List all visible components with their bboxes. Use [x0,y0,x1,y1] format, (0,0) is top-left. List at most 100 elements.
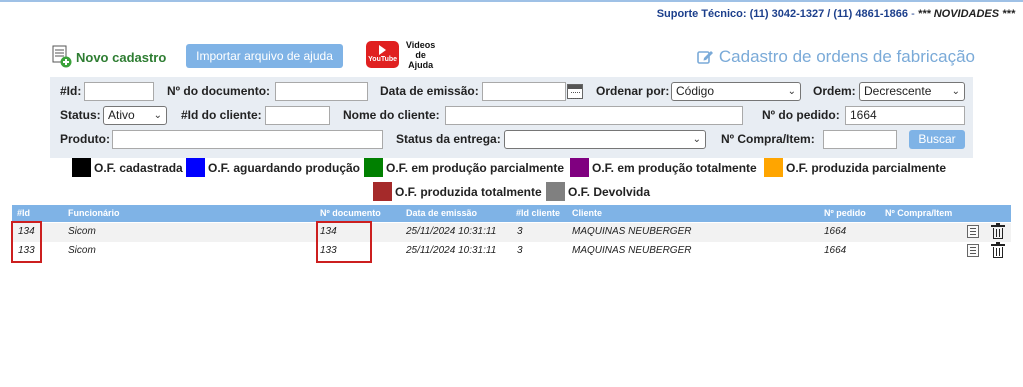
details-list-icon[interactable] [967,225,979,238]
legend-label: O.F. em produção totalmente [592,160,757,175]
import-help-button[interactable]: Importar arquivo de ajuda [186,44,343,68]
order-label: Ordem: [813,84,856,98]
cell-client-id: 3 [517,226,523,237]
table-row[interactable]: 133 Sicom 133 25/11/2024 10:31:11 3 MAQU… [12,242,1011,261]
status-value: Ativo [108,108,135,122]
order-select[interactable]: Decrescente ⌄ [859,82,965,101]
top-border [0,0,1023,2]
search-button[interactable]: Buscar [909,130,965,149]
legend-item: O.F. Devolvida [546,182,650,201]
chevron-down-icon: ⌄ [153,110,162,121]
issue-date-label: Data de emissão: [380,84,479,98]
column-header-client[interactable]: Cliente [572,208,602,218]
legend-item: O.F. em produção totalmente [570,158,757,177]
youtube-label: YouTube [368,56,398,63]
document-number-input[interactable] [275,82,368,101]
table-header: #Id Funcionário Nº documento Data de emi… [12,205,1011,222]
product-label: Produto: [60,132,110,146]
product-input[interactable] [112,130,383,149]
legend-item: O.F. produzida parcialmente [764,158,946,177]
cell-order: 1664 [824,226,847,237]
help-videos-bottom: de Ajuda [408,49,434,70]
legend-swatch [570,158,589,177]
filter-panel: #Id: Nº do documento: Data de emissão: O… [50,77,973,158]
column-header-issue-date[interactable]: Data de emissão [406,208,477,218]
cell-client-id: 3 [517,245,523,256]
page-title: Cadastro de ordens de fabricação [697,47,975,67]
legend-label: O.F. aguardando produção [208,160,361,175]
chevron-down-icon: ⌄ [692,134,701,145]
support-phones: (11) 3042-1327 / (11) 4861-1866 [749,8,908,20]
column-header-client-id[interactable]: #Id cliente [516,208,560,218]
order-by-select[interactable]: Código ⌄ [671,82,801,101]
legend-item: O.F. aguardando produção [186,158,360,177]
order-number-label: Nº do pedido: [762,108,840,122]
table-row[interactable]: 134 Sicom 134 25/11/2024 10:31:11 3 MAQU… [12,223,1011,242]
column-header-employee[interactable]: Funcionário [68,208,120,218]
help-videos-top: Videos [405,39,436,50]
client-id-input[interactable] [265,106,330,125]
support-separator: - [911,8,915,20]
order-by-value: Código [676,84,715,98]
legend-item: O.F. em produção parcialmente [364,158,564,177]
cell-employee: Sicom [68,226,96,237]
client-name-label: Nome do cliente: [343,108,440,122]
legend-item: O.F. cadastrada [72,158,183,177]
legend-label: O.F. produzida totalmente [395,184,542,199]
legend-label: O.F. cadastrada [94,160,183,175]
calendar-icon[interactable] [567,84,583,99]
id-label: #Id: [60,84,82,98]
legend-label: O.F. em produção parcialmente [386,160,565,175]
document-number-label: Nº do documento: [167,84,271,98]
id-column-highlight [11,221,42,263]
client-id-label: #Id do cliente: [181,108,262,122]
column-header-purchase-item[interactable]: Nº Compra/Item [885,208,952,218]
legend-swatch [546,182,565,201]
cell-issue-date: 25/11/2024 10:31:11 [406,226,497,237]
legend-swatch [186,158,205,177]
order-value: Decrescente [864,84,932,98]
chevron-down-icon: ⌄ [787,86,796,97]
new-record-label: Novo cadastro [76,49,167,65]
cell-client: MAQUINAS NEUBERGER [572,245,692,256]
trash-icon[interactable] [991,242,1005,258]
order-number-input[interactable]: 1664 [845,106,965,125]
legend-label: O.F. produzida parcialmente [786,160,947,175]
trash-icon[interactable] [991,223,1005,239]
client-name-input[interactable] [445,106,743,125]
status-label: Status: [60,108,101,122]
legend-swatch [373,182,392,201]
legend-label: O.F. Devolvida [568,184,651,199]
cell-employee: Sicom [68,245,96,256]
legend-swatch [764,158,783,177]
issue-date-input[interactable] [482,82,566,101]
chevron-down-icon: ⌄ [951,86,960,97]
delivery-status-select[interactable]: ⌄ [504,130,706,149]
support-label: Suporte Técnico: [656,8,747,20]
help-videos-button[interactable]: YouTube Videos de Ajuda [366,39,439,70]
legend-swatch [72,158,91,177]
cell-issue-date: 25/11/2024 10:31:11 [406,245,497,256]
legend-item: O.F. produzida totalmente [373,182,542,201]
column-header-document[interactable]: Nº documento [320,208,381,218]
document-column-highlight [316,221,372,263]
delivery-status-label: Status da entrega: [396,132,501,146]
page-title-text: Cadastro de ordens de fabricação [718,47,975,66]
details-list-icon[interactable] [967,244,979,257]
cell-order: 1664 [824,245,847,256]
new-record-button[interactable]: Novo cadastro [52,45,166,69]
purchase-item-input[interactable] [823,130,897,149]
youtube-icon: YouTube [366,41,400,68]
new-document-icon [52,45,72,68]
support-info: Suporte Técnico: (11) 3042-1327 / (11) 4… [657,8,1015,20]
order-by-label: Ordenar por: [596,84,670,98]
column-header-order[interactable]: Nº pedido [824,208,866,218]
edit-icon [697,51,713,64]
cell-client: MAQUINAS NEUBERGER [572,226,692,237]
status-select[interactable]: Ativo ⌄ [103,106,167,125]
column-header-id[interactable]: #Id [17,208,30,218]
id-input[interactable] [84,82,154,101]
legend-swatch [364,158,383,177]
purchase-item-label: Nº Compra/Item: [721,132,815,146]
news-link[interactable]: *** NOVIDADES *** [918,8,1015,20]
